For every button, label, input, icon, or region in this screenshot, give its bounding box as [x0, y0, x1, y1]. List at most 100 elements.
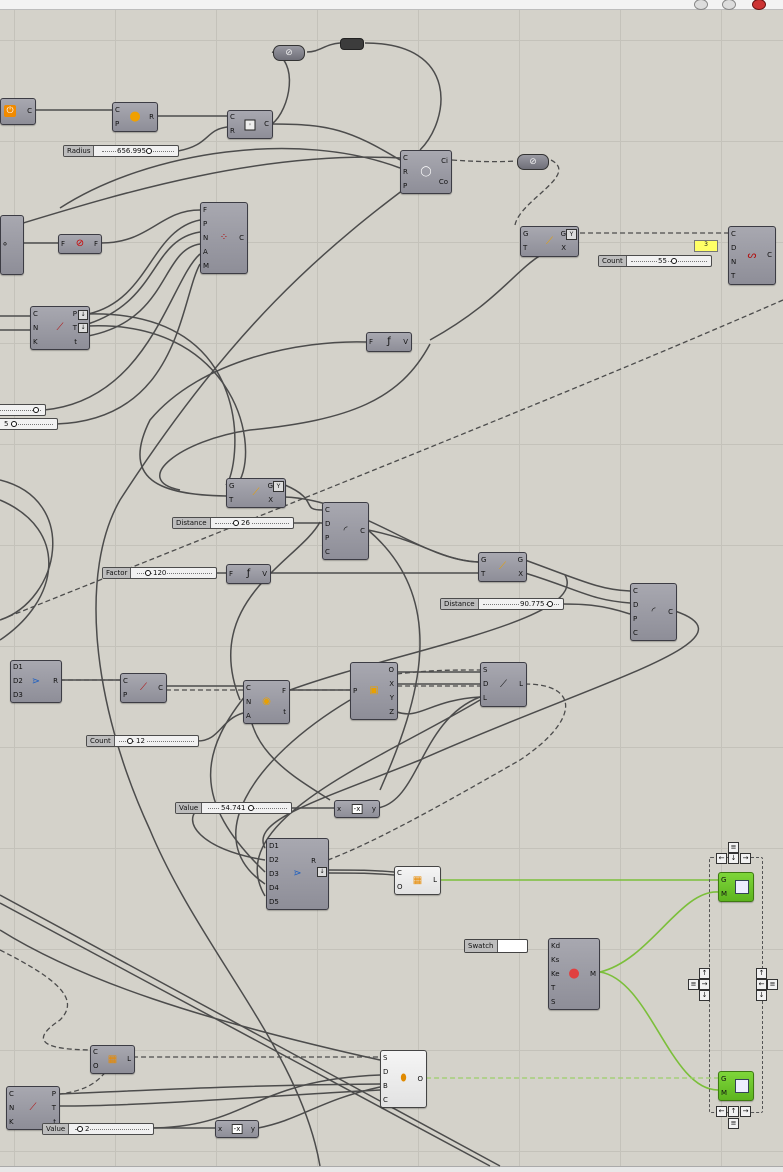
- count-mid-slider[interactable]: Count 12: [86, 735, 199, 747]
- slider-knob[interactable]: [248, 805, 254, 811]
- port-label: D2: [269, 855, 279, 864]
- distance-b-slider[interactable]: Distance 90.775: [440, 598, 564, 610]
- relay-node[interactable]: ⊘: [273, 45, 305, 61]
- arrow-right-icon[interactable]: ≡: [767, 979, 778, 990]
- slider-knob[interactable]: [671, 258, 677, 264]
- output-ports: L: [127, 1046, 131, 1073]
- left-slider-five[interactable]: 5: [0, 418, 58, 430]
- distance-a-slider[interactable]: Distance 26: [172, 517, 294, 529]
- port-label: L: [519, 680, 523, 688]
- port-label: F: [281, 687, 286, 695]
- port-label: L: [433, 876, 437, 884]
- left-slider-a[interactable]: [0, 404, 46, 416]
- curve-cp-component[interactable]: CP ⟋ C: [120, 673, 167, 703]
- swatch-input[interactable]: Swatch: [464, 939, 528, 953]
- sweep-component[interactable]: SDBC ⬮ O: [380, 1050, 427, 1108]
- port-label: T: [51, 1103, 56, 1112]
- pop-geometry-component[interactable]: FPNAM ⁘ C: [200, 202, 248, 274]
- arrow-up-icon[interactable]: ↑: [699, 968, 710, 979]
- slider-knob[interactable]: [11, 421, 17, 427]
- line-sdl-component[interactable]: SDL ⟋ L: [480, 662, 527, 707]
- slider-knob[interactable]: [146, 148, 152, 154]
- arc-a-component[interactable]: CDPC ◜ C: [322, 502, 369, 560]
- port-label: C: [158, 683, 163, 692]
- curve-cnk-component[interactable]: CNK ⟋ PTt ↓ ↓: [30, 306, 90, 350]
- preview-bottom-component[interactable]: GM: [718, 1071, 754, 1101]
- factor-slider[interactable]: Factor 120: [102, 567, 217, 579]
- evaluate-component[interactable]: CNA ◉ Ft: [243, 680, 290, 724]
- graph-mapper-mid-component[interactable]: GT ⟋ G X Y: [226, 478, 286, 508]
- yellow-panel[interactable]: 3: [694, 240, 718, 252]
- arrow-right-icon[interactable]: →: [740, 853, 751, 864]
- port-label: Kd: [551, 941, 561, 950]
- input-ports: CO: [397, 867, 403, 894]
- graph-mapper-right-component[interactable]: GT ⟋ GX: [478, 552, 527, 582]
- toolbar-record-icon[interactable]: [752, 0, 766, 10]
- slider-knob[interactable]: [33, 407, 39, 413]
- arrow-right-icon[interactable]: →: [699, 979, 710, 990]
- arrow-down-icon[interactable]: ↓: [756, 990, 767, 1001]
- divide-curve-component[interactable]: CDNT ᔕ C: [728, 226, 776, 285]
- slider-knob[interactable]: [145, 570, 151, 576]
- flip-component[interactable]: F ⊘ F: [58, 234, 102, 254]
- port-label: D3: [13, 690, 23, 699]
- arrow-left-icon[interactable]: ←: [716, 1106, 727, 1117]
- radius-slider[interactable]: Radius 656.995: [63, 145, 179, 157]
- mesh-top-component[interactable]: CO ▦ L: [394, 866, 441, 895]
- port-label: M: [721, 889, 728, 898]
- expression-mid-component[interactable]: F ƒ V: [226, 564, 271, 584]
- arrow-down-icon[interactable]: ↓: [699, 990, 710, 1001]
- toolbar-eye-icon[interactable]: [694, 0, 708, 10]
- slider-knob[interactable]: [127, 738, 133, 744]
- slider-knob[interactable]: [233, 520, 239, 526]
- arrow-left-icon[interactable]: ≡: [688, 979, 699, 990]
- graph-mapper-top-component[interactable]: GT ⟋ G X Y: [520, 226, 579, 257]
- value-bottom-slider[interactable]: Value 2: [42, 1123, 154, 1135]
- plane-icon: ▣: [369, 685, 379, 696]
- arrow-down-icon[interactable]: ↓: [728, 853, 739, 864]
- port-label: T: [523, 244, 528, 253]
- value-mid-slider[interactable]: Value 54.741: [175, 802, 292, 814]
- blob-component[interactable]: CP ● R: [112, 102, 158, 132]
- curve-icon: ⟋: [56, 322, 64, 333]
- merge-five-component[interactable]: D1 D2 D3 D4 D5 ⋗ R ↓: [266, 838, 329, 910]
- merge-three-component[interactable]: D1 D2 D3 ⋗ R: [10, 660, 62, 703]
- arrow-left-icon[interactable]: ←: [756, 979, 767, 990]
- curve-param-component[interactable]: ⏻ C: [0, 98, 36, 125]
- mesh-bottom-component[interactable]: CO ▦ L: [90, 1045, 135, 1074]
- circle-component[interactable]: CR ◦ C: [227, 110, 273, 139]
- arc-b-component[interactable]: CDPC ◜ C: [630, 583, 677, 641]
- arrow-right-icon[interactable]: →: [740, 1106, 751, 1117]
- relay-node[interactable]: ⊘: [517, 154, 549, 170]
- circle-cnr-component[interactable]: CRP ◯ Ci Co: [400, 150, 452, 194]
- slider-knob[interactable]: [547, 601, 553, 607]
- left-curve-param-component[interactable]: ∘: [0, 215, 24, 275]
- port-label: R: [230, 126, 235, 135]
- group-menu-icon[interactable]: ≡: [728, 1118, 739, 1129]
- count-top-slider[interactable]: Count 55: [598, 255, 712, 267]
- port-label: S: [383, 1053, 388, 1062]
- toolbar-render-icon[interactable]: [722, 0, 736, 10]
- port-label: K: [9, 1117, 14, 1126]
- port-label: L: [483, 694, 487, 703]
- slider-knob[interactable]: [77, 1126, 83, 1132]
- merge-icon: ⋗: [31, 675, 41, 687]
- capsule-node[interactable]: [340, 38, 364, 50]
- blob-icon: ●: [129, 109, 141, 124]
- arrow-up-icon[interactable]: ↑: [728, 1106, 739, 1117]
- negative-bottom-component[interactable]: x -x y: [215, 1120, 259, 1138]
- mesh-icon: ▦: [412, 874, 423, 886]
- expression-top-component[interactable]: F ƒ V: [366, 332, 412, 352]
- merge-icon: ⋗: [293, 868, 302, 879]
- input-ports: CO: [93, 1046, 99, 1073]
- deconstruct-plane-component[interactable]: P ▣ OXYZ: [350, 662, 398, 720]
- port-label: R: [149, 112, 154, 121]
- arrow-up-icon[interactable]: ↑: [756, 968, 767, 979]
- material-component[interactable]: Kd Ks Ke T S ● M: [548, 938, 600, 1010]
- preview-top-component[interactable]: GM: [718, 872, 754, 902]
- group-menu-icon[interactable]: ≡: [728, 842, 739, 853]
- negative-mid-component[interactable]: x -x y: [334, 800, 380, 818]
- flip-icon: ⊘: [75, 238, 85, 249]
- port-label: C: [93, 1048, 98, 1057]
- arrow-left-icon[interactable]: ←: [716, 853, 727, 864]
